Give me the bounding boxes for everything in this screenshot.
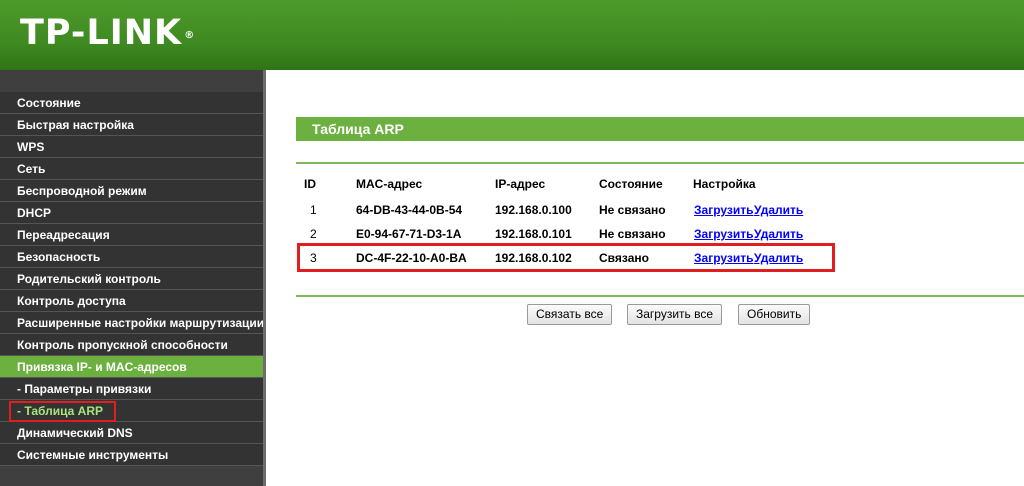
- sidebar-item-wireless[interactable]: Беспроводной режим: [0, 180, 263, 202]
- sidebar-item-parental-control[interactable]: Родительский контроль: [0, 268, 263, 290]
- row1-id: 1: [310, 203, 317, 217]
- sidebar-item-access-control[interactable]: Контроль доступа: [0, 290, 263, 312]
- row1-mac: 64-DB-43-44-0B-54: [356, 203, 463, 217]
- registered-mark: ®: [184, 30, 196, 41]
- table-bottom-divider: [296, 295, 1024, 297]
- bind-all-button[interactable]: Связать все: [527, 304, 613, 325]
- col-header-config: Настройка: [693, 177, 756, 191]
- tp-link-logo: TP-LINK ®: [20, 11, 195, 55]
- table-top-divider: [296, 162, 1024, 164]
- row2-delete-link[interactable]: Удалить: [754, 227, 803, 241]
- header-bar: TP-LINK ®: [0, 0, 1024, 70]
- row2-mac: E0-94-67-71-D3-1A: [356, 227, 462, 241]
- sidebar-item-advanced-routing[interactable]: Расширенные настройки маршрутизации: [0, 312, 264, 334]
- row1-state: Не связано: [599, 203, 666, 217]
- row2-load-link[interactable]: Загрузить: [694, 227, 753, 241]
- col-header-mac: MAC-адрес: [356, 177, 423, 191]
- sidebar-item-binding-settings[interactable]: - Параметры привязки: [0, 378, 263, 400]
- sidebar-top-gap: [0, 70, 263, 92]
- sidebar-item-quick-setup[interactable]: Быстрая настройка: [0, 114, 263, 136]
- row3-highlight-box: [297, 243, 835, 272]
- sidebar-item-security[interactable]: Безопасность: [0, 246, 263, 268]
- col-header-state: Состояние: [599, 177, 663, 191]
- arp-menu-highlight-box: [9, 401, 116, 422]
- sidebar-item-bandwidth-control[interactable]: Контроль пропускной способности: [0, 334, 263, 356]
- sidebar-item-forwarding[interactable]: Переадресация: [0, 224, 263, 246]
- row1-delete-link[interactable]: Удалить: [754, 203, 803, 217]
- sidebar-item-status[interactable]: Состояние: [0, 92, 263, 114]
- col-header-id: ID: [304, 177, 316, 191]
- row2-state: Не связано: [599, 227, 666, 241]
- row1-load-link[interactable]: Загрузить: [694, 203, 753, 217]
- main-content: Таблица ARP ID MAC-адрес IP-адрес Состоя…: [266, 70, 1024, 486]
- sidebar-item-system-tools[interactable]: Системные инструменты: [0, 444, 263, 466]
- sidebar-item-ip-mac-binding[interactable]: Привязка IP- и MAC-адресов: [0, 356, 263, 378]
- page-title-bar: Таблица ARP: [296, 117, 1024, 141]
- load-all-button[interactable]: Загрузить все: [627, 304, 723, 325]
- sidebar: Состояние Быстрая настройка WPS Сеть Бес…: [0, 70, 264, 486]
- page-title: Таблица ARP: [312, 121, 404, 137]
- row2-ip: 192.168.0.101: [495, 227, 572, 241]
- col-header-ip: IP-адрес: [495, 177, 546, 191]
- sidebar-item-dynamic-dns[interactable]: Динамический DNS: [0, 422, 263, 444]
- logo-text: TP-LINK: [20, 13, 183, 53]
- sidebar-item-network[interactable]: Сеть: [0, 158, 263, 180]
- row1-ip: 192.168.0.100: [495, 203, 572, 217]
- sidebar-item-wps[interactable]: WPS: [0, 136, 263, 158]
- sidebar-item-arp-list[interactable]: - Таблица ARP: [0, 400, 263, 422]
- row2-id: 2: [310, 227, 317, 241]
- sidebar-item-dhcp[interactable]: DHCP: [0, 202, 263, 224]
- refresh-button[interactable]: Обновить: [738, 304, 811, 325]
